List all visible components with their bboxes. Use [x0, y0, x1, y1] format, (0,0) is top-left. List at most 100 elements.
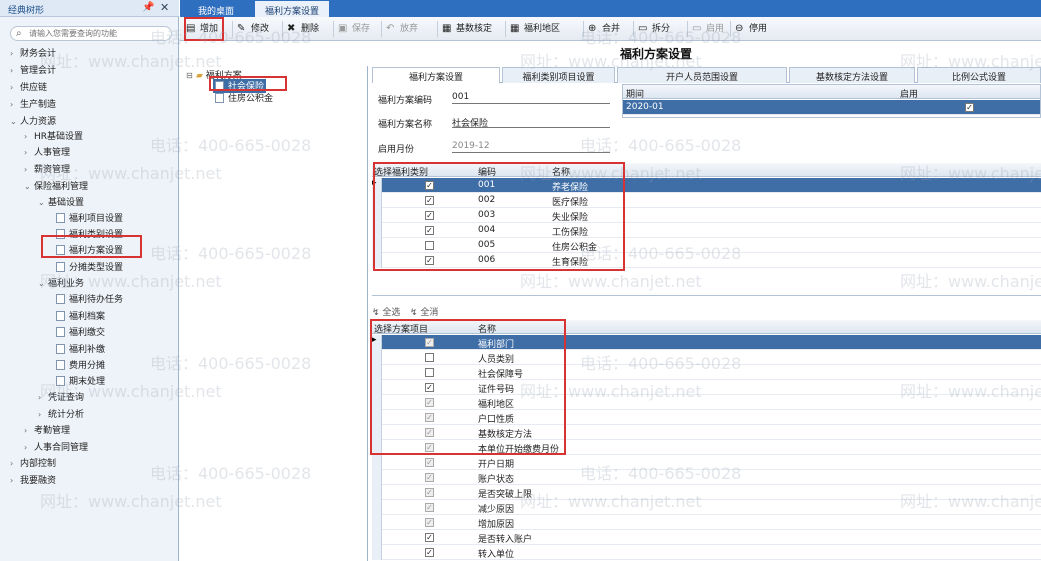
category-checkbox[interactable]: ✓: [425, 181, 434, 190]
nav-item[interactable]: › 我要融资: [10, 473, 56, 487]
sub-tab[interactable]: 福利方案设置: [372, 67, 500, 83]
scheme-item-checkbox[interactable]: ✓: [425, 518, 434, 527]
scheme-name-field[interactable]: 社会保险: [452, 116, 610, 129]
category-checkbox[interactable]: [425, 241, 434, 250]
toolbar-button-delete[interactable]: ✖ 删除: [287, 21, 319, 37]
scheme-item-row[interactable]: 人员类别: [372, 350, 1041, 365]
scheme-item-row[interactable]: ✓ 增加原因: [372, 515, 1041, 530]
scheme-item-checkbox[interactable]: [425, 368, 434, 377]
scheme-item-checkbox[interactable]: ✓: [425, 443, 434, 452]
tab-desktop[interactable]: 我的桌面: [188, 1, 244, 17]
nav-item[interactable]: 福利待办任务: [56, 292, 123, 306]
scheme-item-row[interactable]: ✓ 是否突破上限: [372, 485, 1041, 500]
scheme-tree-item-housing-fund[interactable]: 住房公积金: [215, 91, 273, 105]
toolbar-button-discard[interactable]: ↶ 放弃: [386, 21, 418, 37]
scheme-code-field[interactable]: 001: [452, 92, 610, 104]
category-row[interactable]: ✓ 004 工伤保险: [372, 223, 1041, 238]
scheme-item-row[interactable]: ✓ 减少原因: [372, 500, 1041, 515]
nav-item[interactable]: › 人事管理: [24, 145, 70, 159]
scheme-item-checkbox[interactable]: ✓: [425, 548, 434, 557]
nav-item[interactable]: › 财务会计: [10, 46, 56, 60]
sub-tab[interactable]: 基数核定方法设置: [789, 67, 915, 83]
enabled-checkbox[interactable]: ✓: [965, 103, 974, 112]
nav-item[interactable]: ⌄ 基础设置: [38, 195, 84, 209]
scheme-item-checkbox[interactable]: ✓: [425, 533, 434, 542]
toolbar-button-save[interactable]: ▣ 保存: [338, 21, 370, 37]
category-checkbox[interactable]: ✓: [425, 226, 434, 235]
scheme-item-checkbox[interactable]: ✓: [425, 503, 434, 512]
category-row[interactable]: ✓ 006 生育保险: [372, 253, 1041, 268]
clear-all-button[interactable]: ↯ 全消: [410, 305, 438, 318]
tab-welfare-scheme[interactable]: 福利方案设置: [255, 1, 330, 17]
nav-item[interactable]: › 统计分析: [38, 407, 84, 421]
sub-tab[interactable]: 比例公式设置: [917, 67, 1041, 83]
category-row[interactable]: ✓ 003 失业保险: [372, 208, 1041, 223]
scheme-item-row[interactable]: ✓ 本单位开始缴费月份: [372, 440, 1041, 455]
sub-tab[interactable]: 福利类别项目设置: [502, 67, 615, 83]
category-row[interactable]: ✓ 002 医疗保险: [372, 193, 1041, 208]
toolbar-button-edit[interactable]: ✎ 修改: [237, 21, 269, 37]
nav-item[interactable]: 期末处理: [56, 374, 105, 388]
nav-item[interactable]: › 内部控制: [10, 456, 56, 470]
nav-item[interactable]: › 凭证查询: [38, 390, 84, 404]
nav-item[interactable]: › 薪资管理: [24, 162, 70, 176]
scheme-item-row[interactable]: ✓ 开户日期: [372, 455, 1041, 470]
scheme-item-row[interactable]: ✓ 转入单位: [372, 545, 1041, 560]
scheme-item-checkbox[interactable]: ✓: [425, 473, 434, 482]
scheme-item-row[interactable]: ✓ 福利地区: [372, 395, 1041, 410]
toolbar-button-region[interactable]: ▦ 福利地区: [510, 21, 560, 37]
nav-item[interactable]: › 供应链: [10, 80, 47, 94]
scheme-item-row[interactable]: ✓ 基数核定方法: [372, 425, 1041, 440]
toolbar-button-add[interactable]: ▤ 增加: [186, 21, 218, 37]
toolbar-button-enable[interactable]: ▭ 启用: [692, 21, 724, 37]
scheme-item-row[interactable]: ✓ 户口性质: [372, 410, 1041, 425]
nav-item[interactable]: › HR基础设置: [24, 129, 83, 143]
nav-item[interactable]: 福利缴交: [56, 325, 105, 339]
nav-item[interactable]: 福利方案设置: [56, 243, 123, 257]
category-checkbox[interactable]: ✓: [425, 196, 434, 205]
select-all-button[interactable]: ↯ 全选: [372, 305, 400, 318]
scheme-item-row[interactable]: ✓ 账户状态: [372, 470, 1041, 485]
scheme-item-row[interactable]: 社会保障号: [372, 365, 1041, 380]
category-row[interactable]: 005 住房公积金: [372, 238, 1041, 253]
scheme-item-row[interactable]: ✓ 证件号码: [372, 380, 1041, 395]
toolbar-button-disable[interactable]: ⊖ 停用: [735, 21, 767, 37]
scheme-item-checkbox[interactable]: ✓: [425, 458, 434, 467]
nav-item[interactable]: 福利项目设置: [56, 211, 123, 225]
scheme-item-checkbox[interactable]: ✓: [425, 488, 434, 497]
nav-item[interactable]: ⌄ 福利业务: [38, 276, 84, 290]
scheme-item-checkbox[interactable]: ✓: [425, 398, 434, 407]
scheme-item-checkbox[interactable]: ✓: [425, 413, 434, 422]
nav-item[interactable]: › 管理会计: [10, 63, 56, 77]
scheme-item-row[interactable]: ▸ ✓ 福利部门: [372, 335, 1041, 350]
search-input[interactable]: [29, 28, 169, 39]
category-row[interactable]: ▸ ✓ 001 养老保险: [372, 178, 1041, 193]
nav-item[interactable]: › 人事合同管理: [24, 440, 88, 454]
toolbar-button-base-check[interactable]: ▦ 基数核定: [442, 21, 492, 37]
scheme-item-checkbox[interactable]: ✓: [425, 383, 434, 392]
nav-item[interactable]: 福利档案: [56, 309, 105, 323]
scheme-item-checkbox[interactable]: ✓: [425, 428, 434, 437]
scheme-item-row[interactable]: ✓ 是否转入账户: [372, 530, 1041, 545]
period-row[interactable]: 2020-01 ✓: [623, 100, 1040, 115]
nav-item-label: 福利档案: [69, 312, 106, 322]
toolbar-button-merge[interactable]: ⊕ 合并: [588, 21, 620, 37]
nav-item[interactable]: 福利补缴: [56, 342, 105, 356]
search-box[interactable]: ⌕: [10, 26, 172, 41]
nav-item[interactable]: 费用分摊: [56, 358, 105, 372]
start-month-field[interactable]: 2019-12: [452, 141, 610, 153]
nav-item[interactable]: ⌄ 人力资源: [10, 114, 56, 128]
nav-item[interactable]: 福利类别设置: [56, 227, 123, 241]
category-checkbox[interactable]: ✓: [425, 211, 434, 220]
nav-item[interactable]: › 生产制造: [10, 97, 56, 111]
nav-item[interactable]: › 考勤管理: [24, 423, 70, 437]
close-icon[interactable]: ✕: [160, 1, 169, 14]
nav-item[interactable]: ⌄ 保险福利管理: [24, 179, 88, 193]
scheme-item-checkbox[interactable]: [425, 353, 434, 362]
scheme-item-checkbox[interactable]: ✓: [425, 338, 434, 347]
pin-icon[interactable]: 📌: [142, 2, 154, 13]
category-checkbox[interactable]: ✓: [425, 256, 434, 265]
toolbar-button-split[interactable]: ▭ 拆分: [638, 21, 670, 37]
nav-item[interactable]: 分摊类型设置: [56, 260, 123, 274]
sub-tab[interactable]: 开户人员范围设置: [617, 67, 787, 83]
